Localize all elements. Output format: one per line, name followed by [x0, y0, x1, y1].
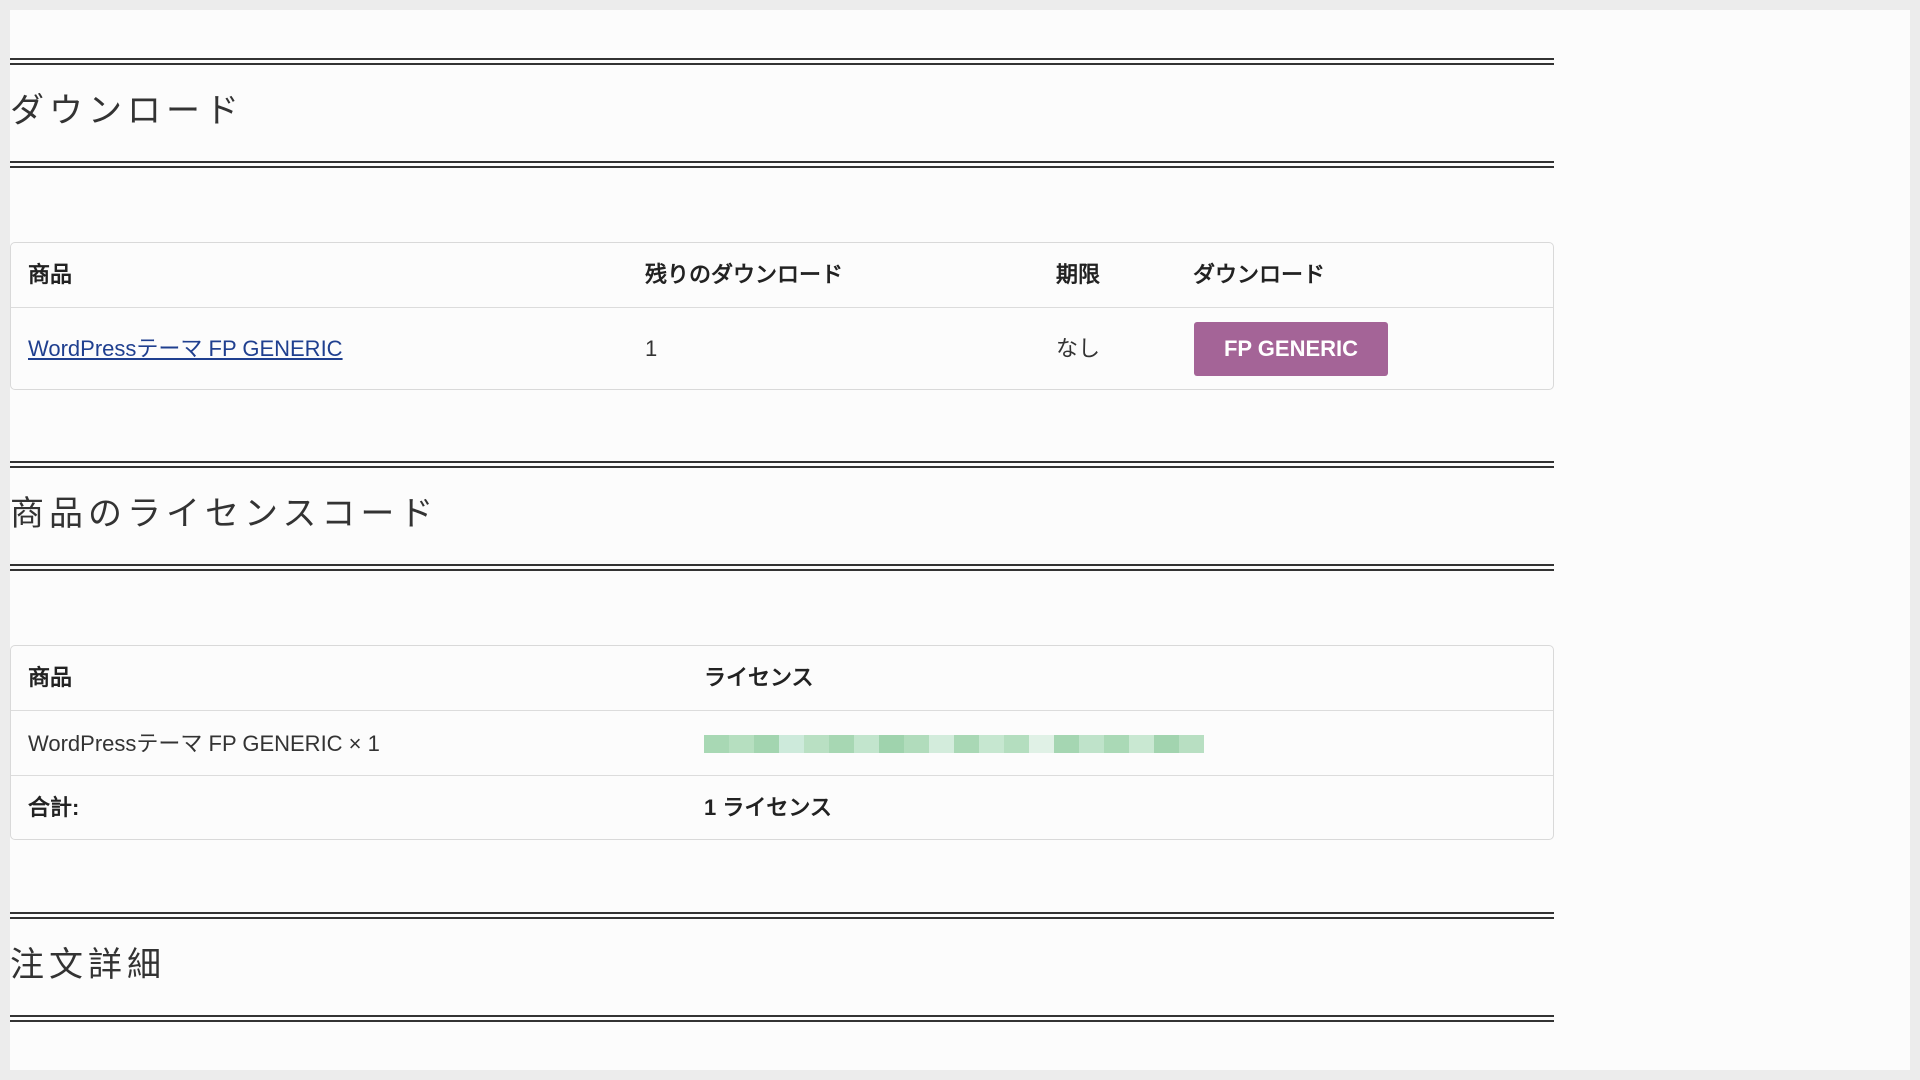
license-code-redacted	[704, 735, 1204, 753]
order-details-section-header: 注文詳細	[10, 912, 1554, 1022]
divider	[10, 58, 1554, 65]
column-header-expires: 期限	[1056, 262, 1101, 287]
column-header-product: 商品	[28, 665, 73, 690]
expires-cell: なし	[1056, 336, 1101, 361]
divider	[10, 461, 1554, 468]
table-row: WordPressテーマ FP GENERIC × 1	[11, 710, 1553, 775]
total-label: 合計:	[28, 795, 80, 820]
downloads-title: ダウンロード	[10, 91, 244, 131]
table-total-row: 合計: 1 ライセンス	[11, 775, 1553, 839]
order-details-title: 注文詳細	[10, 945, 166, 985]
table-header-row: 商品 ライセンス	[11, 646, 1553, 710]
column-header-product: 商品	[28, 262, 73, 287]
column-header-download: ダウンロード	[1193, 262, 1326, 287]
page: ダウンロード 商品 残りのダウンロード 期限 ダウンロード WordPressテ…	[10, 10, 1910, 1070]
column-header-remaining: 残りのダウンロード	[645, 262, 844, 287]
column-header-license: ライセンス	[704, 665, 814, 690]
table-row: WordPressテーマ FP GENERIC 1 なし FP GENERIC	[11, 307, 1553, 389]
divider	[10, 1015, 1554, 1022]
product-link[interactable]: WordPressテーマ FP GENERIC	[28, 336, 343, 361]
table-header-row: 商品 残りのダウンロード 期限 ダウンロード	[11, 243, 1553, 307]
total-value: 1 ライセンス	[704, 795, 832, 820]
divider	[10, 912, 1554, 919]
divider	[10, 564, 1554, 571]
license-table: 商品 ライセンス WordPressテーマ FP GENERIC × 1 合計:…	[10, 645, 1554, 840]
remaining-downloads-cell: 1	[645, 336, 658, 361]
license-title: 商品のライセンスコード	[10, 494, 439, 534]
license-section-header: 商品のライセンスコード	[10, 461, 1554, 571]
downloads-table: 商品 残りのダウンロード 期限 ダウンロード WordPressテーマ FP G…	[10, 242, 1554, 390]
divider	[10, 161, 1554, 168]
downloads-section-header: ダウンロード	[10, 58, 1554, 168]
download-button[interactable]: FP GENERIC	[1194, 322, 1388, 376]
product-cell: WordPressテーマ FP GENERIC × 1	[28, 731, 380, 756]
product-cell: WordPressテーマ FP GENERIC	[28, 308, 343, 390]
